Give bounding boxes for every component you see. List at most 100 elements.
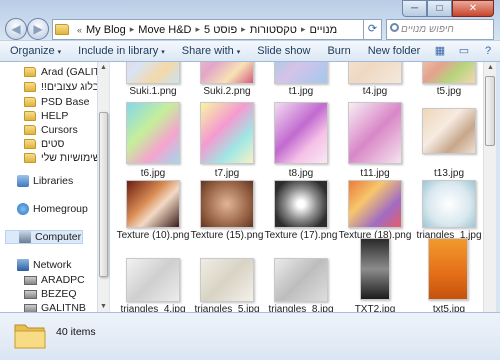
overflow-chevron[interactable]: « (77, 25, 82, 35)
folder-icon (24, 82, 36, 92)
file-name: t6.jpg (140, 168, 166, 179)
nav-computer[interactable]: Computer (5, 230, 83, 244)
scroll-up-icon[interactable]: ▲ (100, 64, 107, 71)
refresh-icon[interactable]: ⟳ (364, 19, 382, 40)
include-in-library-menu[interactable]: Include in library ▾ (78, 45, 165, 57)
nav-libraries[interactable]: Libraries (17, 174, 73, 188)
file-thumbnail (348, 102, 402, 164)
file-thumbnail (126, 62, 180, 84)
nav-label: Network (33, 259, 72, 271)
scroll-thumb[interactable] (99, 112, 108, 277)
breadcrumb-separator[interactable]: ▸ (195, 24, 200, 35)
nav-folder[interactable]: PSD Base (24, 95, 89, 109)
breadcrumb-separator[interactable]: ▸ (241, 24, 246, 35)
file-thumbnail (200, 258, 254, 302)
back-button[interactable]: ◀ (5, 18, 27, 40)
nav-folder[interactable]: HELP (24, 109, 68, 123)
breadcrumb-textures[interactable]: טקסטורות (250, 24, 297, 36)
file-name: Texture (15).png (190, 230, 264, 241)
share-with-menu[interactable]: Share with ▾ (182, 45, 241, 57)
nav-folder[interactable]: רק שימושיות שלי (24, 151, 97, 165)
homegroup-icon (17, 203, 29, 215)
file-thumbnail (274, 180, 328, 228)
file-thumbnail (422, 180, 476, 228)
nav-folder[interactable]: !!בלוג עצובים (24, 80, 97, 94)
scroll-thumb[interactable] (485, 76, 495, 146)
folder-icon (24, 125, 36, 135)
address-bar[interactable]: « My Blog ▸ Move H&D ▸ פוסט 5 ▸ טקסטורות… (52, 19, 364, 40)
file-name: Texture (10).png (116, 230, 190, 241)
file-name: t4.jpg (362, 86, 388, 97)
file-thumbnail (422, 108, 476, 154)
nav-scrollbar[interactable]: ▲ ▼ (97, 62, 109, 312)
help-icon[interactable]: ? (480, 43, 496, 59)
computer-icon (24, 289, 37, 299)
file-name: t8.jpg (288, 168, 314, 179)
nav-label: BEZEQ (41, 288, 77, 300)
breadcrumb-separator[interactable]: ▸ (301, 24, 306, 35)
file-name: t1.jpg (288, 86, 314, 97)
view-options-icon[interactable]: ▦ (432, 43, 448, 59)
new-folder-button[interactable]: New folder (368, 45, 421, 57)
details-pane: 40 items (0, 312, 500, 360)
content-scrollbar[interactable]: ▲ ▼ (483, 62, 496, 320)
breadcrumb-separator[interactable]: ▸ (130, 24, 135, 35)
file-name: Texture (17).png (264, 230, 338, 241)
organize-label: Organize (10, 45, 55, 57)
burn-button[interactable]: Burn (327, 45, 350, 57)
file-name: t13.jpg (433, 168, 465, 179)
file-name: t7.jpg (214, 168, 240, 179)
nav-host[interactable]: GALITNB (24, 301, 86, 312)
nav-label: !!בלוג עצובים (41, 81, 97, 93)
nav-label: PSD Base (41, 96, 90, 108)
scroll-up-icon[interactable]: ▲ (487, 64, 494, 71)
folder-icon (24, 67, 36, 77)
folder-icon (14, 324, 46, 349)
search-input[interactable]: חיפוש מנויים (386, 19, 494, 40)
breadcrumb-move-hd[interactable]: Move H&D (138, 24, 191, 36)
forward-button[interactable]: ▶ (27, 18, 49, 40)
nav-label: Arad (GALITPC) (41, 66, 97, 78)
scroll-down-icon[interactable]: ▼ (100, 303, 107, 310)
folder-icon (24, 97, 36, 107)
nav-folder[interactable]: סטים (24, 137, 64, 151)
nav-homegroup[interactable]: Homegroup (17, 202, 88, 216)
navigation-pane: Arad (GALITPC) !!בלוג עצובים PSD Base HE… (0, 62, 97, 312)
file-thumbnail (348, 62, 402, 84)
command-bar: Organize ▾ Include in library ▾ Share with… (0, 40, 500, 62)
file-thumbnail (126, 258, 180, 302)
breadcrumb-subscribers[interactable]: מנויים (310, 24, 338, 36)
breadcrumb-my-blog[interactable]: My Blog (86, 24, 126, 36)
nav-label: Libraries (33, 175, 74, 187)
computer-icon (24, 303, 37, 312)
computer-icon (24, 275, 37, 285)
nav-folder[interactable]: Arad (GALITPC) (24, 65, 97, 79)
nav-label: GALITNB (41, 302, 86, 312)
search-placeholder: חיפוש מנויים (401, 24, 454, 35)
breadcrumb-post-5[interactable]: פוסט 5 (204, 24, 237, 36)
file-thumbnail (274, 102, 328, 164)
folder-icon (24, 139, 36, 149)
explorer-window: ─ □ ✕ ◀ ▶ « My Blog ▸ Move H&D ▸ פוסט 5 … (0, 0, 500, 360)
chevron-down-icon: ▾ (236, 49, 241, 56)
file-thumbnail (274, 258, 328, 302)
file-thumbnail (200, 62, 254, 84)
file-thumbnail (360, 238, 390, 300)
file-thumbnail (274, 62, 328, 84)
slide-show-button[interactable]: Slide show (257, 45, 310, 57)
folder-icon (24, 153, 36, 163)
preview-pane-icon[interactable]: ▭ (456, 43, 472, 59)
file-thumbnail (200, 102, 254, 164)
nav-network[interactable]: Network (17, 258, 72, 272)
folder-icon (55, 24, 69, 35)
nav-label: Cursors (41, 124, 78, 136)
file-thumbnail (428, 238, 468, 300)
file-thumbnail (200, 180, 254, 228)
search-icon (390, 23, 399, 32)
organize-menu[interactable]: Organize ▾ (10, 45, 61, 57)
nav-folder[interactable]: Cursors (24, 123, 78, 137)
nav-host[interactable]: BEZEQ (24, 287, 77, 301)
file-name: Suki.1.png (129, 86, 177, 97)
item-count: 40 items (56, 326, 96, 338)
nav-host[interactable]: ARADPC (24, 273, 85, 287)
